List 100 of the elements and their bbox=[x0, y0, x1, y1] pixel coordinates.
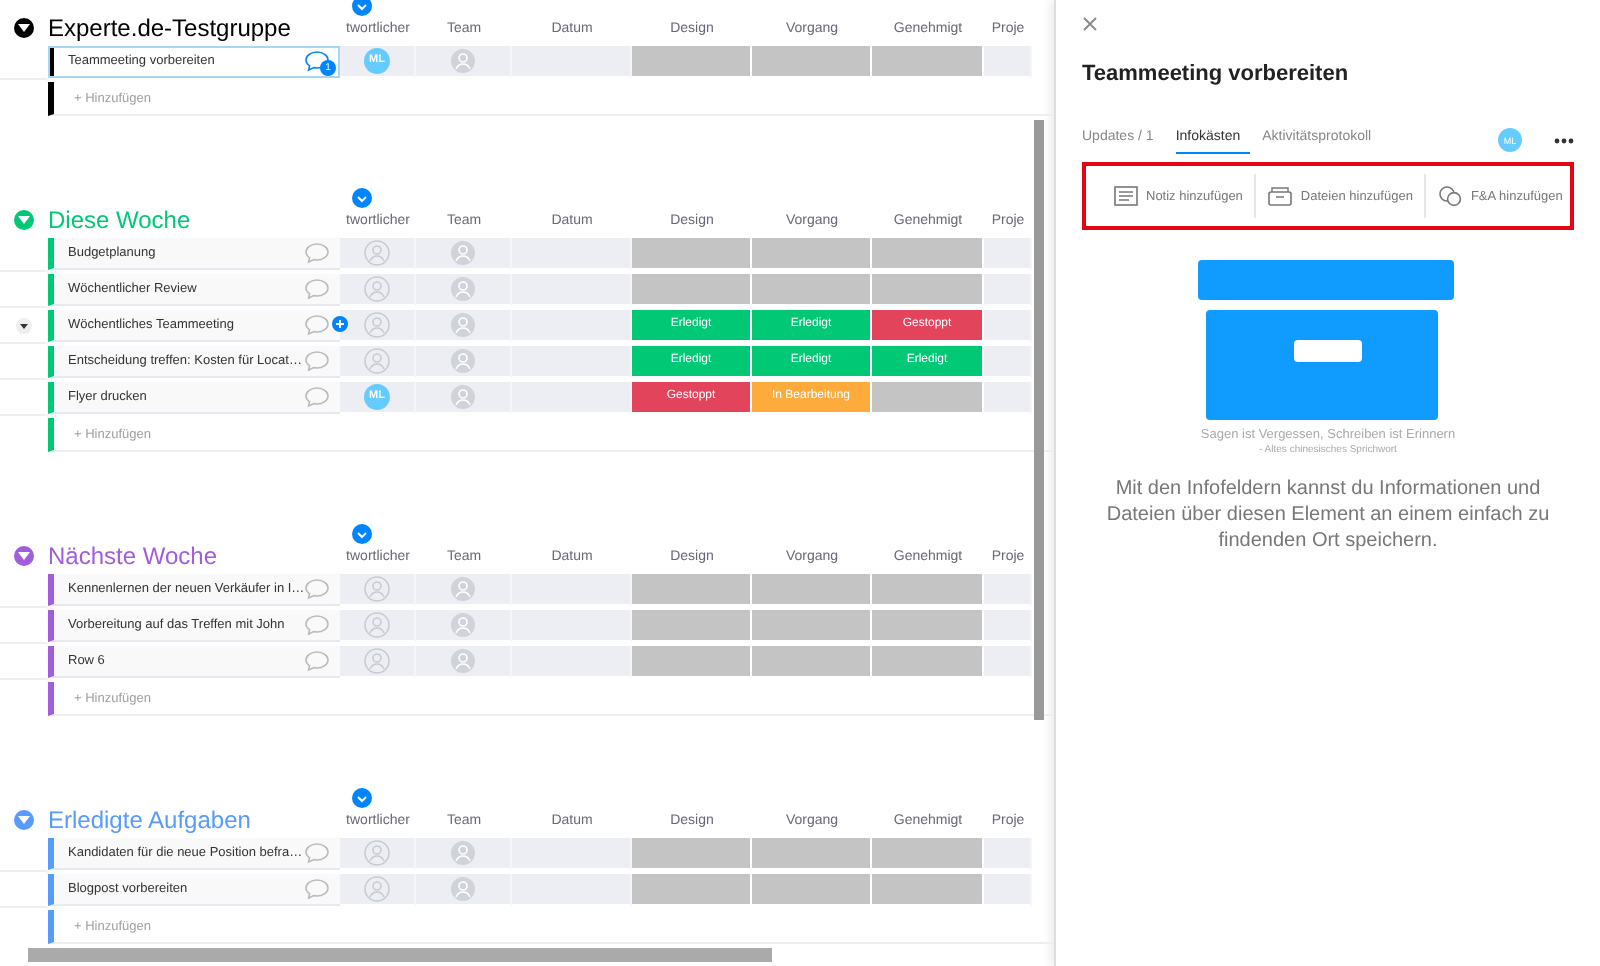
date-cell[interactable] bbox=[512, 310, 632, 341]
team-icon[interactable] bbox=[450, 647, 476, 674]
comment-icon[interactable] bbox=[304, 349, 330, 372]
team-cell[interactable] bbox=[416, 610, 512, 641]
owner-cell[interactable] bbox=[340, 838, 416, 869]
more-icon[interactable] bbox=[1554, 137, 1574, 143]
team-icon[interactable] bbox=[450, 611, 476, 638]
team-icon[interactable] bbox=[450, 839, 476, 866]
status-cell[interactable] bbox=[752, 874, 872, 905]
group-toggle-icon[interactable] bbox=[14, 810, 34, 830]
status-cell[interactable] bbox=[872, 838, 984, 869]
comment-icon[interactable] bbox=[304, 313, 330, 336]
date-cell[interactable] bbox=[512, 574, 632, 605]
team-cell[interactable] bbox=[416, 274, 512, 305]
date-cell[interactable] bbox=[512, 274, 632, 305]
table-cell[interactable] bbox=[984, 382, 1032, 413]
owner-cell[interactable] bbox=[340, 646, 416, 677]
status-cell[interactable] bbox=[632, 274, 752, 305]
comment-icon[interactable] bbox=[304, 613, 330, 636]
group-title[interactable]: Erledigte Aufgaben bbox=[48, 806, 340, 834]
team-cell[interactable] bbox=[416, 346, 512, 377]
status-cell[interactable] bbox=[752, 646, 872, 677]
close-button[interactable] bbox=[1082, 16, 1102, 36]
team-cell[interactable] bbox=[416, 874, 512, 905]
status-cell[interactable] bbox=[872, 274, 984, 305]
status-cell[interactable] bbox=[752, 274, 872, 305]
comment-icon[interactable] bbox=[304, 49, 330, 72]
date-cell[interactable] bbox=[512, 646, 632, 677]
team-cell[interactable] bbox=[416, 574, 512, 605]
group-title[interactable]: Experte.de-Testgruppe bbox=[48, 14, 340, 42]
team-icon[interactable] bbox=[450, 875, 476, 902]
group-title[interactable]: Nächste Woche bbox=[48, 542, 340, 570]
vertical-scrollbar[interactable] bbox=[1034, 120, 1044, 720]
status-cell[interactable] bbox=[872, 574, 984, 605]
team-cell[interactable] bbox=[416, 646, 512, 677]
status-cell[interactable] bbox=[632, 46, 752, 77]
table-cell[interactable] bbox=[984, 574, 1032, 605]
date-cell[interactable] bbox=[512, 610, 632, 641]
team-icon[interactable] bbox=[450, 311, 476, 338]
table-cell[interactable] bbox=[984, 610, 1032, 641]
status-cell[interactable] bbox=[632, 610, 752, 641]
status-cell[interactable] bbox=[632, 574, 752, 605]
owner-cell[interactable] bbox=[340, 238, 416, 269]
status-cell[interactable] bbox=[872, 646, 984, 677]
status-cell[interactable] bbox=[632, 238, 752, 269]
date-cell[interactable] bbox=[512, 238, 632, 269]
owner-cell[interactable] bbox=[340, 574, 416, 605]
team-cell[interactable] bbox=[416, 238, 512, 269]
team-icon[interactable] bbox=[450, 275, 476, 302]
horizontal-scrollbar[interactable] bbox=[28, 948, 772, 962]
person-icon[interactable] bbox=[364, 839, 390, 866]
status-cell[interactable] bbox=[752, 838, 872, 869]
comment-icon[interactable] bbox=[304, 841, 330, 864]
add-person-icon[interactable] bbox=[332, 316, 348, 333]
team-cell[interactable] bbox=[416, 310, 512, 341]
status-cell[interactable] bbox=[872, 610, 984, 641]
person-icon[interactable] bbox=[364, 611, 390, 638]
status-cell[interactable] bbox=[752, 238, 872, 269]
owner-cell[interactable] bbox=[340, 610, 416, 641]
table-cell[interactable] bbox=[984, 874, 1032, 905]
comment-icon[interactable] bbox=[304, 241, 330, 264]
person-icon[interactable] bbox=[364, 875, 390, 902]
group-title[interactable]: Diese Woche bbox=[48, 206, 340, 234]
date-cell[interactable] bbox=[512, 346, 632, 377]
status-cell[interactable] bbox=[872, 238, 984, 269]
table-cell[interactable] bbox=[984, 310, 1032, 341]
date-cell[interactable] bbox=[512, 874, 632, 905]
group-toggle-icon[interactable] bbox=[14, 546, 34, 566]
status-cell[interactable] bbox=[632, 646, 752, 677]
person-icon[interactable] bbox=[364, 575, 390, 602]
person-icon[interactable] bbox=[364, 239, 390, 266]
team-icon[interactable] bbox=[450, 347, 476, 374]
team-icon[interactable] bbox=[450, 383, 476, 410]
team-icon[interactable] bbox=[450, 239, 476, 266]
group-toggle-icon[interactable] bbox=[14, 18, 34, 38]
comment-icon[interactable] bbox=[304, 577, 331, 600]
team-icon[interactable] bbox=[450, 47, 476, 74]
date-cell[interactable] bbox=[512, 46, 632, 77]
expand-caret-icon[interactable] bbox=[16, 317, 32, 334]
comment-icon[interactable] bbox=[304, 877, 330, 900]
comment-icon[interactable] bbox=[304, 277, 330, 300]
status-cell[interactable] bbox=[872, 46, 984, 77]
table-cell[interactable] bbox=[984, 274, 1032, 305]
person-icon[interactable] bbox=[364, 647, 390, 674]
table-cell[interactable] bbox=[984, 838, 1032, 869]
date-cell[interactable] bbox=[512, 838, 632, 869]
person-icon[interactable] bbox=[364, 347, 390, 374]
status-cell[interactable] bbox=[752, 610, 872, 641]
table-cell[interactable] bbox=[984, 646, 1032, 677]
comment-icon[interactable] bbox=[304, 649, 330, 672]
team-cell[interactable] bbox=[416, 382, 512, 413]
status-cell[interactable] bbox=[752, 46, 872, 77]
owner-cell[interactable] bbox=[340, 274, 416, 305]
team-cell[interactable] bbox=[416, 838, 512, 869]
comment-icon[interactable] bbox=[304, 385, 330, 408]
date-cell[interactable] bbox=[512, 382, 632, 413]
person-icon[interactable] bbox=[364, 275, 390, 302]
status-cell[interactable] bbox=[872, 382, 984, 413]
team-cell[interactable] bbox=[416, 46, 512, 77]
group-toggle-icon[interactable] bbox=[14, 210, 34, 230]
